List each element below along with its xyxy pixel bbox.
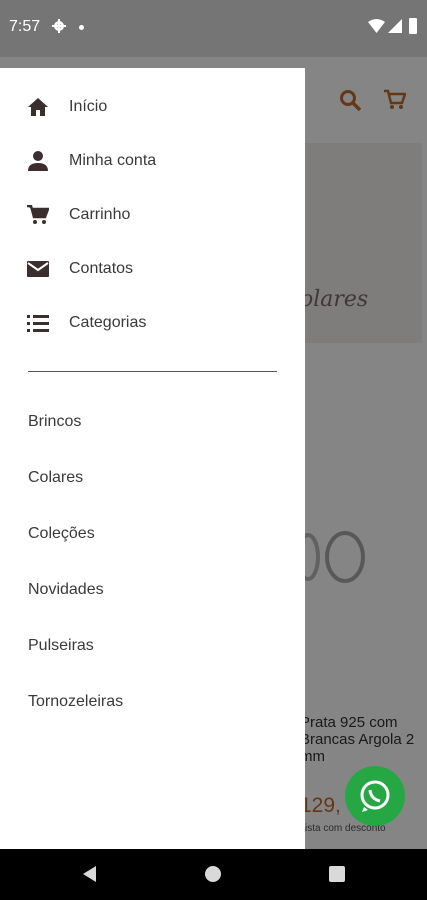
navigation-drawer: Início Minha conta Carrinho Contatos Cat… xyxy=(0,68,305,849)
wifi-icon xyxy=(368,19,385,33)
cart-icon xyxy=(27,205,49,224)
notification-dot-icon xyxy=(79,25,84,30)
category-label: Pulseiras xyxy=(28,637,94,654)
category-item-colecoes[interactable]: Coleções xyxy=(0,513,305,557)
recents-icon[interactable] xyxy=(329,866,345,882)
drawer-item-label: Carrinho xyxy=(69,206,131,223)
status-bar: 7:57 xyxy=(0,0,427,57)
drawer-divider xyxy=(28,371,277,372)
drawer-item-minha-conta[interactable]: Minha conta xyxy=(0,137,305,185)
category-item-colares[interactable]: Colares xyxy=(0,457,305,501)
list-icon xyxy=(27,315,49,332)
whatsapp-button[interactable] xyxy=(345,766,405,826)
person-icon xyxy=(28,151,48,171)
category-label: Brincos xyxy=(28,413,82,430)
whatsapp-icon xyxy=(360,780,390,812)
drawer-item-carrinho[interactable]: Carrinho xyxy=(0,191,305,239)
drawer-item-label: Contatos xyxy=(69,260,134,277)
category-item-brincos[interactable]: Brincos xyxy=(0,401,305,445)
drawer-item-label: Categorias xyxy=(69,314,147,331)
category-label: Tornozeleiras xyxy=(28,693,124,710)
battery-icon xyxy=(409,18,417,34)
drawer-item-label: Início xyxy=(69,98,108,115)
system-navigation-bar xyxy=(0,849,427,900)
category-label: Colares xyxy=(28,469,84,486)
drawer-item-categorias[interactable]: Categorias xyxy=(0,299,305,347)
category-item-tornozeleiras[interactable]: Tornozeleiras xyxy=(0,681,305,725)
settings-icon xyxy=(52,19,66,33)
mail-icon xyxy=(27,261,49,277)
category-item-pulseiras[interactable]: Pulseiras xyxy=(0,625,305,669)
back-icon[interactable] xyxy=(82,866,98,882)
status-time: 7:57 xyxy=(9,18,41,35)
drawer-item-label: Minha conta xyxy=(69,152,157,169)
cell-signal-icon xyxy=(388,19,402,33)
drawer-item-contatos[interactable]: Contatos xyxy=(0,245,305,293)
home-icon xyxy=(28,98,48,116)
home-button-icon[interactable] xyxy=(205,866,221,882)
category-item-novidades[interactable]: Novidades xyxy=(0,569,305,613)
category-label: Coleções xyxy=(28,525,95,542)
category-label: Novidades xyxy=(28,581,104,598)
drawer-item-inicio[interactable]: Início xyxy=(0,83,305,131)
